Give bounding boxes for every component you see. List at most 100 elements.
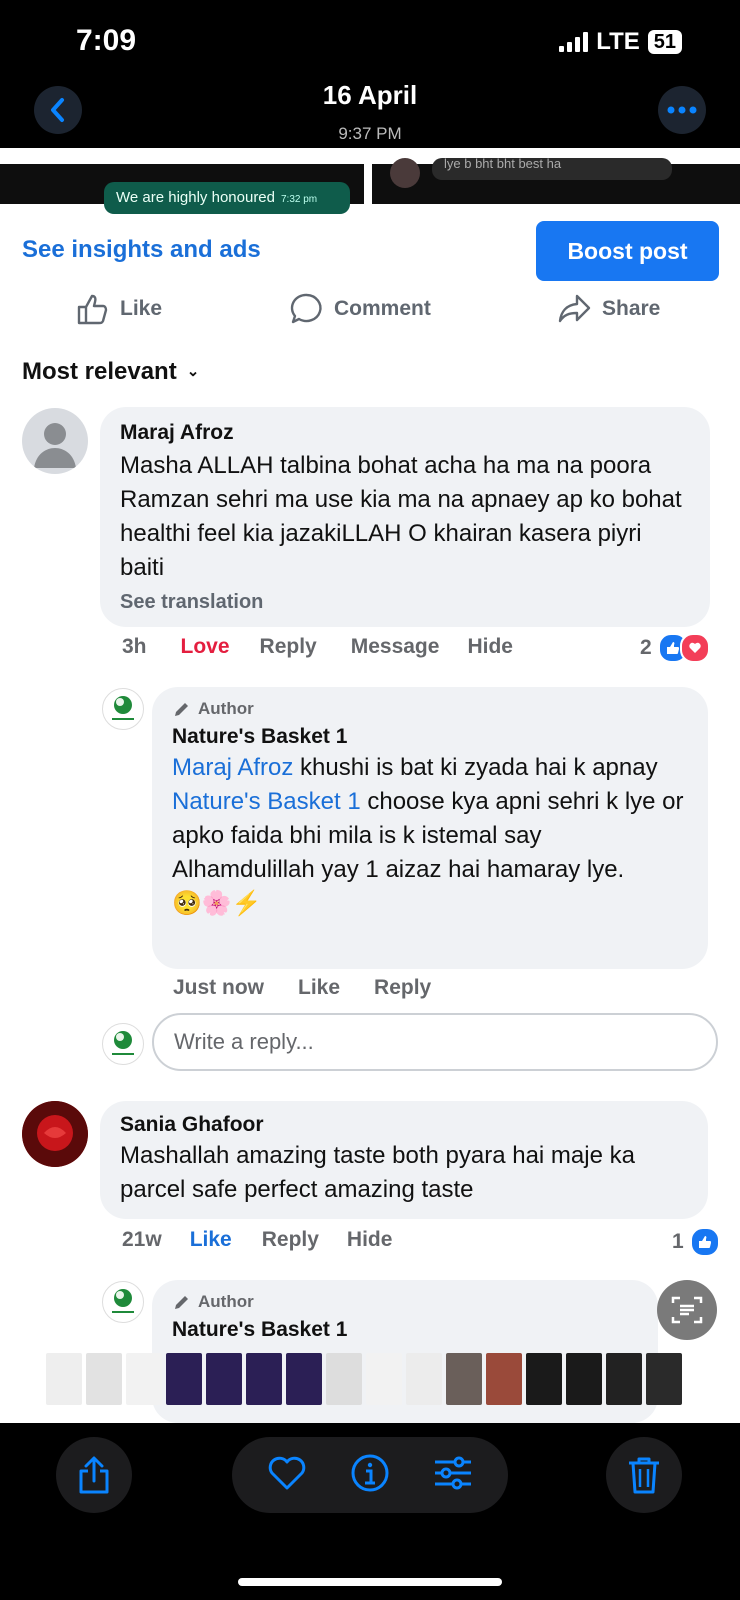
- thumbnail[interactable]: [86, 1353, 122, 1405]
- share-button[interactable]: Share: [558, 292, 660, 326]
- page-avatar[interactable]: [102, 688, 144, 730]
- hide-button[interactable]: Hide: [467, 635, 513, 659]
- network-label: LTE: [596, 28, 640, 55]
- globe-logo-icon: [112, 1031, 134, 1055]
- love-reaction-button[interactable]: Love: [181, 635, 230, 659]
- comment-time: 3h: [122, 635, 147, 658]
- mention-link[interactable]: Maraj Afroz: [172, 754, 293, 781]
- comment-text: Mashallah amazing taste both pyara hai m…: [120, 1142, 635, 1203]
- author-badge: Author: [172, 1292, 638, 1312]
- thumbnail[interactable]: [206, 1353, 242, 1405]
- share-export-button[interactable]: [56, 1437, 132, 1513]
- default-avatar-icon: [34, 423, 76, 468]
- status-indicators: LTE 51: [559, 28, 682, 56]
- commenter-name[interactable]: Nature's Basket 1: [172, 1318, 638, 1342]
- reply-button[interactable]: Reply: [374, 976, 431, 1000]
- message-button[interactable]: Message: [351, 635, 440, 659]
- photo-content[interactable]: We are highly honoured 7:32 pm lye b bht …: [0, 148, 740, 1423]
- thumbnail[interactable]: [286, 1353, 322, 1405]
- like-button[interactable]: Like: [190, 1228, 232, 1252]
- thumbnail[interactable]: [246, 1353, 282, 1405]
- favorite-button[interactable]: [267, 1455, 307, 1496]
- author-badge: Author: [172, 699, 688, 719]
- like-icon: [77, 294, 108, 325]
- thumbnail[interactable]: [326, 1353, 362, 1405]
- mention-link[interactable]: Nature's Basket 1: [172, 788, 361, 815]
- comment-icon: [290, 293, 322, 324]
- hide-button[interactable]: Hide: [347, 1228, 393, 1252]
- avatar[interactable]: [22, 408, 88, 474]
- edit-button[interactable]: [433, 1455, 473, 1496]
- reaction-count[interactable]: 2: [640, 633, 710, 663]
- trash-icon: [629, 1457, 659, 1494]
- comment-meta: 3h Love Reply Message Hide: [122, 635, 513, 659]
- reaction-count[interactable]: 1: [672, 1227, 720, 1257]
- thumbnail[interactable]: [406, 1353, 442, 1405]
- thumbnail[interactable]: [526, 1353, 562, 1405]
- pencil-icon: [175, 1296, 188, 1309]
- thumbnail[interactable]: [126, 1353, 162, 1405]
- info-icon: [351, 1454, 389, 1491]
- reply-button[interactable]: Reply: [262, 1228, 319, 1252]
- comment-bubble: Sania Ghafoor Mashallah amazing taste bo…: [100, 1101, 708, 1219]
- thumbnail[interactable]: [606, 1353, 642, 1405]
- comment-bubble: Maraj Afroz Masha ALLAH talbina bohat ac…: [100, 407, 710, 627]
- thumbnail[interactable]: [366, 1353, 402, 1405]
- pencil-icon: [175, 703, 188, 716]
- commenter-name[interactable]: Maraj Afroz: [120, 421, 690, 445]
- love-reaction-icon: [679, 633, 710, 663]
- chevron-down-icon: ⌄: [186, 363, 200, 380]
- comment-sort-dropdown[interactable]: Most relevant ⌄: [22, 358, 199, 386]
- like-reaction-icon: [689, 1227, 720, 1257]
- avatar[interactable]: [22, 1101, 88, 1167]
- reply-input[interactable]: Write a reply...: [152, 1013, 718, 1071]
- insights-link[interactable]: See insights and ads: [22, 236, 261, 264]
- share-icon: [558, 294, 591, 323]
- reply-bubble: Author Nature's Basket 1 Maraj Afroz khu…: [152, 687, 708, 969]
- globe-logo-icon: [112, 696, 134, 720]
- more-icon: [667, 106, 697, 114]
- signal-icon: [559, 32, 589, 52]
- chat-bubble-preview: lye b bht bht best ha: [432, 158, 672, 180]
- live-text-icon: [671, 1296, 703, 1324]
- more-button[interactable]: [658, 86, 706, 134]
- reply-text: Maraj Afroz khushi is bat ki zyada hai k…: [172, 754, 684, 883]
- page-avatar[interactable]: [102, 1281, 144, 1323]
- thumbnail[interactable]: [166, 1353, 202, 1405]
- commenter-name[interactable]: Nature's Basket 1: [172, 725, 688, 749]
- boost-post-button[interactable]: Boost post: [536, 221, 719, 281]
- home-indicator: [238, 1578, 502, 1586]
- photo-thumbnail-strip[interactable]: [46, 1353, 740, 1407]
- reply-button[interactable]: Reply: [260, 635, 317, 659]
- comment-text: Masha ALLAH talbina bohat acha ha ma na …: [120, 452, 682, 581]
- photo-time: 9:37 PM: [338, 124, 402, 143]
- chat-bubble: We are highly honoured 7:32 pm: [104, 182, 350, 214]
- thumbnail[interactable]: [566, 1353, 602, 1405]
- reply-emojis: 🥺🌸⚡: [172, 890, 262, 917]
- battery-icon: 51: [647, 30, 682, 54]
- adjust-icon: [434, 1456, 471, 1489]
- share-export-icon: [79, 1456, 109, 1494]
- delete-button[interactable]: [606, 1437, 682, 1513]
- thumbnail[interactable]: [646, 1353, 682, 1405]
- commenter-name[interactable]: Sania Ghafoor: [120, 1113, 688, 1137]
- photo-actions-group: [232, 1437, 508, 1513]
- comment-time: 21w: [122, 1228, 162, 1251]
- heart-icon: [269, 1456, 306, 1489]
- photo-date: 16 April: [322, 80, 418, 110]
- comment-button[interactable]: Comment: [290, 292, 431, 326]
- status-time: 7:09: [76, 24, 137, 57]
- like-button[interactable]: Like: [298, 976, 340, 1000]
- live-text-button[interactable]: [657, 1280, 717, 1340]
- see-translation-link[interactable]: See translation: [120, 591, 690, 614]
- info-button[interactable]: [350, 1453, 390, 1498]
- reply-meta: Just now Like Reply: [173, 976, 431, 1000]
- thumbnail[interactable]: [46, 1353, 82, 1405]
- comment-meta: 21w Like Reply Hide: [122, 1228, 392, 1252]
- like-button[interactable]: Like: [76, 292, 162, 326]
- comment-time: Just now: [173, 976, 265, 999]
- thumbnail[interactable]: [446, 1353, 482, 1405]
- thumbnail[interactable]: [486, 1353, 522, 1405]
- page-avatar: [102, 1023, 144, 1065]
- rose-avatar-icon: [22, 1101, 88, 1167]
